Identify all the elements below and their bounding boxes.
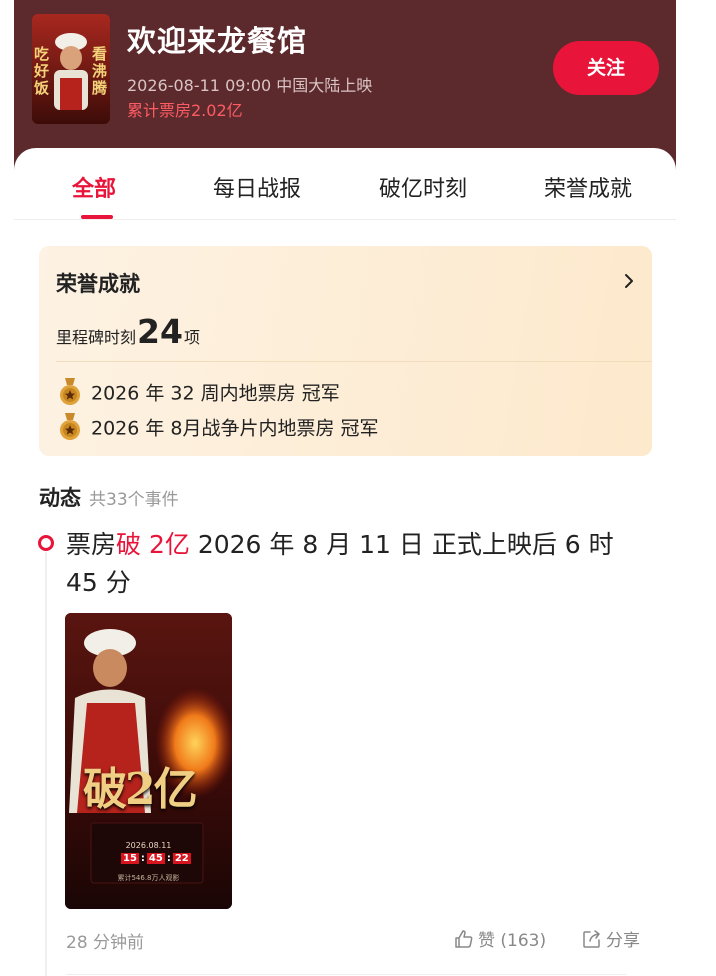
tab-all[interactable]: 全部 — [72, 171, 116, 203]
milestone-label: 里程碑时刻 — [56, 328, 137, 347]
poster-slogan-left: 吃好饭 — [34, 45, 50, 97]
timeline-dot-icon — [38, 535, 54, 551]
poster-clock: 15:45:22 — [121, 853, 191, 864]
tab-honors[interactable]: 荣誉成就 — [544, 171, 632, 203]
share-label: 分享 — [606, 931, 640, 951]
poster-clock-hours: 15 — [121, 853, 139, 864]
poster-footnote: 累计546.8万人观影 — [117, 874, 180, 882]
app-frame: 吃好饭 看沸腾 欢迎来龙餐馆 2026-08-11 09:00 中国大陆上映 累… — [0, 0, 676, 976]
honor-card[interactable]: 荣誉成就 里程碑时刻24项 2026 年 32 周内地票房 冠军 2026 年 … — [39, 246, 652, 456]
event-headline: 票房破 2亿 2026 年 8 月 11 日 正式上映后 6 时 45 分 — [66, 526, 626, 602]
share-icon — [583, 929, 600, 948]
share-button[interactable]: 分享 — [582, 926, 640, 951]
event-prefix: 票房 — [66, 530, 117, 559]
tab-daily-report[interactable]: 每日战报 — [213, 171, 301, 203]
tab-bar: 全部 每日战报 破亿时刻 荣誉成就 — [14, 148, 676, 220]
screen-gutter — [676, 0, 716, 976]
timeline-line — [45, 552, 47, 976]
award-text: 2026 年 8月战争片内地票房 冠军 — [91, 417, 379, 440]
award-item: 2026 年 32 周内地票房 冠军 — [59, 378, 340, 406]
honor-divider — [56, 361, 652, 362]
movie-poster-thumbnail[interactable]: 吃好饭 看沸腾 — [32, 14, 110, 124]
award-text: 2026 年 32 周内地票房 冠军 — [91, 382, 340, 405]
feed-event-count: 共33个事件 — [89, 490, 179, 510]
like-label: 赞 (163) — [478, 931, 547, 951]
award-item: 2026 年 8月战争片内地票房 冠军 — [59, 413, 379, 441]
event-poster-image[interactable]: 破2亿 2026.08.11 15:45:22 累计546.8万人观影 — [65, 613, 232, 909]
box-office-total: 累计票房2.02亿 — [127, 101, 243, 120]
poster-slogan-right: 看沸腾 — [92, 45, 108, 97]
follow-button[interactable]: 关注 — [553, 41, 659, 95]
honor-card-title: 荣誉成就 — [56, 272, 140, 296]
content-sheet: 全部 每日战报 破亿时刻 荣誉成就 荣誉成就 里程碑时刻24项 2026 年 3… — [14, 148, 676, 976]
feed-header: 动态 共33个事件 — [39, 482, 179, 512]
active-tab-indicator — [81, 215, 113, 219]
feed-divider — [66, 974, 626, 975]
like-button[interactable]: 赞 (163) — [454, 926, 546, 951]
event-timestamp: 28 分钟前 — [66, 933, 145, 953]
medal-icon — [60, 413, 80, 440]
release-info: 2026-08-11 09:00 中国大陆上映 — [127, 76, 373, 95]
poster-clock-minutes: 45 — [146, 853, 165, 864]
event-highlight: 破 2亿 — [116, 530, 190, 559]
movie-title: 欢迎来龙餐馆 — [127, 24, 308, 58]
poster-headline: 破2亿 — [83, 764, 198, 815]
poster-date: 2026.08.11 — [125, 841, 172, 850]
tab-billion-moments[interactable]: 破亿时刻 — [379, 171, 467, 203]
medal-icon — [60, 378, 80, 405]
movie-header: 吃好饭 看沸腾 欢迎来龙餐馆 2026-08-11 09:00 中国大陆上映 累… — [14, 0, 676, 172]
milestone-count: 24 — [137, 312, 183, 351]
poster-clock-seconds: 22 — [172, 853, 191, 864]
chevron-right-icon — [625, 274, 633, 288]
milestone-summary: 里程碑时刻24项 — [56, 312, 200, 351]
thumbs-up-icon — [455, 929, 473, 948]
milestone-unit: 项 — [183, 328, 200, 347]
feed-title: 动态 — [39, 486, 81, 510]
